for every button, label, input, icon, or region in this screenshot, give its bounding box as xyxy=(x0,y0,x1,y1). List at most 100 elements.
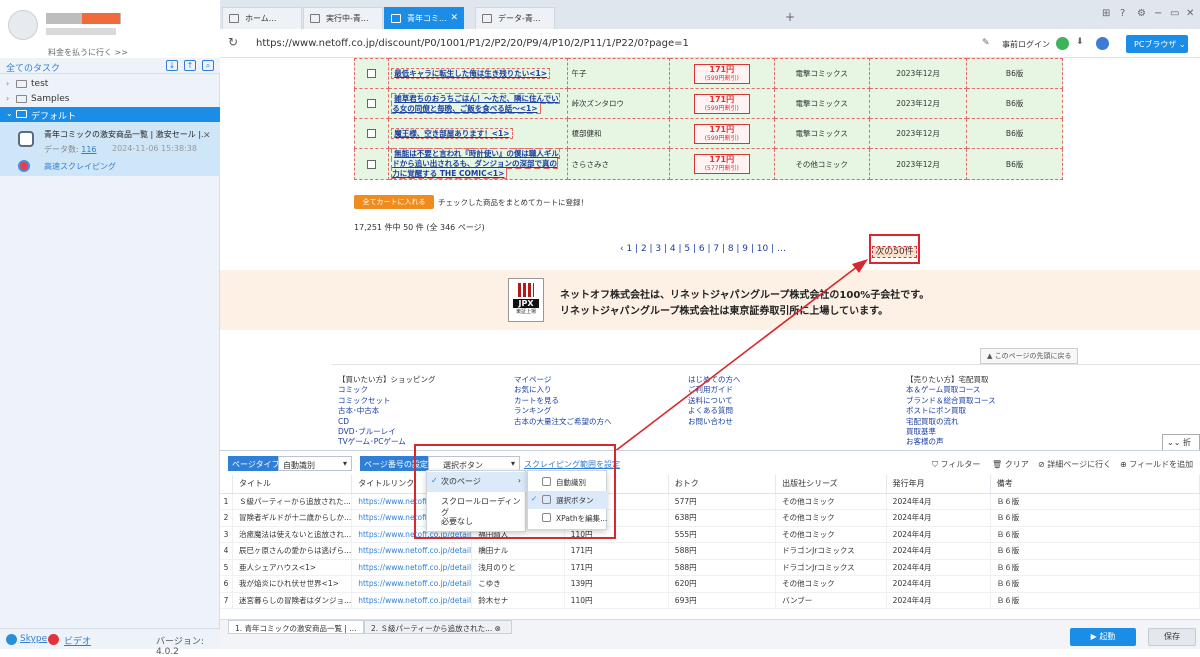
filter-button[interactable]: ⛉ フィルター xyxy=(932,459,980,470)
grid-column-header[interactable]: タイトル xyxy=(232,475,353,494)
result-tab-1[interactable]: 1. 青年コミックの激安商品一覧 | ... xyxy=(228,620,364,634)
pc-browser-label: PCブラウザ xyxy=(1134,40,1177,49)
footer-link[interactable]: 古本の大量注文ご希望の方へ xyxy=(514,417,612,427)
all-tasks-label[interactable]: 全てのタスク xyxy=(6,61,60,74)
table-cell: ドラゴンJrコミックス xyxy=(775,542,887,560)
product-series: 電撃コミックス xyxy=(773,118,870,149)
footer-link[interactable]: お客様の声 xyxy=(906,437,996,447)
settings-icon[interactable]: ⚙ xyxy=(1137,8,1146,19)
grid-column-header[interactable]: 出版社シリーズ xyxy=(775,475,887,494)
tab-data[interactable]: データ-青... xyxy=(475,7,555,29)
task-item[interactable]: 青年コミックの激安商品一覧 | 激安セール |... ✕ データ数: 116 2… xyxy=(0,122,220,176)
start-button[interactable]: ▶ 起動 xyxy=(1070,628,1136,646)
status-icon[interactable] xyxy=(1056,37,1069,50)
pay-link[interactable]: 料金を払うに行く >> xyxy=(48,47,128,58)
table-row[interactable]: 1Ｓ級パーティーから追放された...https://www.netoff.co.… xyxy=(220,493,1200,510)
table-row[interactable]: 3 治癒魔法は使えないと追放され... https://www.netoff.co.… xyxy=(220,526,1200,543)
pre-login-button[interactable]: 事前ログイン xyxy=(1002,39,1050,50)
gift-icon[interactable]: ⊞ xyxy=(1102,8,1110,19)
fold-button[interactable]: ⌄⌄ 折る xyxy=(1162,434,1200,450)
account-area: 料金を払うに行く >> xyxy=(0,0,220,58)
video-link[interactable]: ビデオ xyxy=(64,634,91,647)
table-row[interactable]: 2冒険者ギルドが十二歳からしか...https://www.netoff.co.… xyxy=(220,509,1200,527)
close-window-icon[interactable]: ✕ xyxy=(1186,8,1194,19)
table-row[interactable]: 6 我が焔炎にひれ伏せ世界<1> https://www.netoff.co.jp/… xyxy=(220,575,1200,593)
page-type-select[interactable]: 自動識別 ▾ xyxy=(278,456,352,471)
footer-link[interactable]: お気に入り xyxy=(514,385,612,395)
arrow-down-icon[interactable]: ⬇ xyxy=(1076,37,1084,47)
skype-icon xyxy=(6,634,17,645)
row-index: 1 xyxy=(220,493,234,510)
add-field-button[interactable]: ⊕ フィールドを追加 xyxy=(1120,459,1193,470)
product-checkbox[interactable] xyxy=(367,99,377,108)
table-cell: その他コミック xyxy=(775,526,887,543)
footer-link[interactable]: 古本･中古本 xyxy=(338,406,436,416)
product-title[interactable]: 最低キャラに転生した俺は生き残りたい<1> xyxy=(391,67,550,79)
footer-link[interactable]: DVD･ブルーレイ xyxy=(338,427,436,437)
product-checkbox[interactable] xyxy=(367,129,377,138)
detail-page-button[interactable]: ⊘ 詳細ページに行く xyxy=(1038,459,1111,470)
grid-column-header[interactable]: 発行年月 xyxy=(886,475,991,494)
folder-test[interactable]: › test xyxy=(0,77,220,92)
grid-column-header[interactable]: おトク xyxy=(668,475,777,494)
table-row[interactable]: 5 亜人シェアハウス<1> https://www.netoff.co.jp/det… xyxy=(220,559,1200,576)
add-all-to-cart-button[interactable]: 全てカートに入れる xyxy=(354,195,434,209)
user-agent-icon[interactable] xyxy=(1096,37,1109,50)
close-icon[interactable]: ✕ xyxy=(203,131,211,141)
result-tab-2[interactable]: 2. Ｓ級パーティーから追放された... ⊗ xyxy=(364,620,512,634)
restore-icon[interactable]: ▭ xyxy=(1170,8,1179,19)
table-cell: 迷宮暮らしの冒険者はダンジョ... xyxy=(232,592,353,609)
close-icon[interactable]: ⊗ xyxy=(495,624,501,633)
footer-link[interactable]: 宅配買取の流れ xyxy=(906,417,996,427)
footer-link[interactable]: 買取基準 xyxy=(906,427,996,437)
back-to-top-link[interactable]: ▲ このページの先頭に戻る xyxy=(980,348,1079,364)
footer-link[interactable]: コミックセット xyxy=(338,396,436,406)
product-checkbox[interactable] xyxy=(367,69,377,78)
import-icon[interactable]: ↓ xyxy=(166,60,178,71)
close-icon[interactable]: ✕ xyxy=(450,13,458,23)
plan-badge-redacted xyxy=(82,13,120,24)
minimize-icon[interactable]: − xyxy=(1154,8,1162,19)
chevron-down-icon: ⌄ xyxy=(6,109,13,118)
task-count-value[interactable]: 116 xyxy=(81,145,96,154)
pagination[interactable]: ‹ 1 | 2 | 3 | 4 | 5 | 6 | 7 | 8 | 9 | 10… xyxy=(620,244,786,254)
folder-samples[interactable]: › Samples xyxy=(0,92,220,107)
export-icon[interactable]: ↑ xyxy=(184,60,196,71)
product-price-cell: 171円 (599円割引) xyxy=(668,118,775,149)
footer-link[interactable]: 本＆ゲーム買取コース xyxy=(906,385,996,395)
search-icon[interactable]: ⌕ xyxy=(202,60,214,71)
help-icon[interactable]: ? xyxy=(1120,8,1125,19)
footer-link[interactable]: ブランド＆総合買取コース xyxy=(906,396,996,406)
folder-default[interactable]: ⌄ デフォルト xyxy=(0,107,220,122)
product-title[interactable]: 無能は不要と言われ『時計使い』の僕は職人ギルドから追い出されるも、ダンジョンの深… xyxy=(391,148,560,179)
edit-icon[interactable]: ✎ xyxy=(982,38,990,48)
grid-column-header[interactable]: 備考 xyxy=(990,475,1200,494)
new-tab-icon[interactable]: + xyxy=(785,10,795,24)
table-row[interactable]: 4 辰巳ヶ原さんの愛からは逃げら... https://www.netoff.co.… xyxy=(220,542,1200,560)
table-cell: 588円 xyxy=(668,559,777,576)
tab-seinen-comic[interactable]: 青年コミ... ✕ xyxy=(384,7,464,29)
clear-button[interactable]: 🗑 クリア xyxy=(992,459,1029,470)
product-title[interactable]: 魔王様、空き部屋あります！<1> xyxy=(391,127,513,139)
skype-link[interactable]: Skype xyxy=(20,634,47,644)
table-cell: 588円 xyxy=(668,542,777,560)
avatar[interactable] xyxy=(8,10,38,40)
pc-browser-select[interactable]: PCブラウザ ⌄ xyxy=(1126,35,1188,53)
bottom-bar: 1. 青年コミックの激安商品一覧 | ... 2. Ｓ級パーティーから追放された… xyxy=(220,619,1200,649)
table-row[interactable]: 7 迷宮暮らしの冒険者はダンジョ... https://www.netoff.co.… xyxy=(220,592,1200,609)
footer-link[interactable]: カートを見る xyxy=(514,396,612,406)
save-button[interactable]: 保存 xyxy=(1148,628,1196,646)
tab-running[interactable]: 実行中-青... xyxy=(303,7,383,29)
footer-link[interactable]: ポストにポン買取 xyxy=(906,406,996,416)
footer-link[interactable]: CD xyxy=(338,417,436,427)
footer-link[interactable]: ランキング xyxy=(514,406,612,416)
table-cell: 638円 xyxy=(668,509,777,527)
table-cell: 577円 xyxy=(668,493,777,510)
url-field[interactable]: https://www.netoff.co.jp/discount/P0/100… xyxy=(256,38,689,49)
product-checkbox[interactable] xyxy=(367,159,377,169)
footer-link[interactable]: コミック xyxy=(338,385,436,395)
reload-icon[interactable]: ↻ xyxy=(228,35,238,49)
tab-home[interactable]: ホーム... xyxy=(222,7,302,29)
product-title[interactable]: 雑草君ちのおうちごはん！～ただ、隣に住んでいる女の同僚と毎晩、ご飯を食べる話～<… xyxy=(391,92,560,114)
footer-link[interactable]: マイページ xyxy=(514,375,612,385)
